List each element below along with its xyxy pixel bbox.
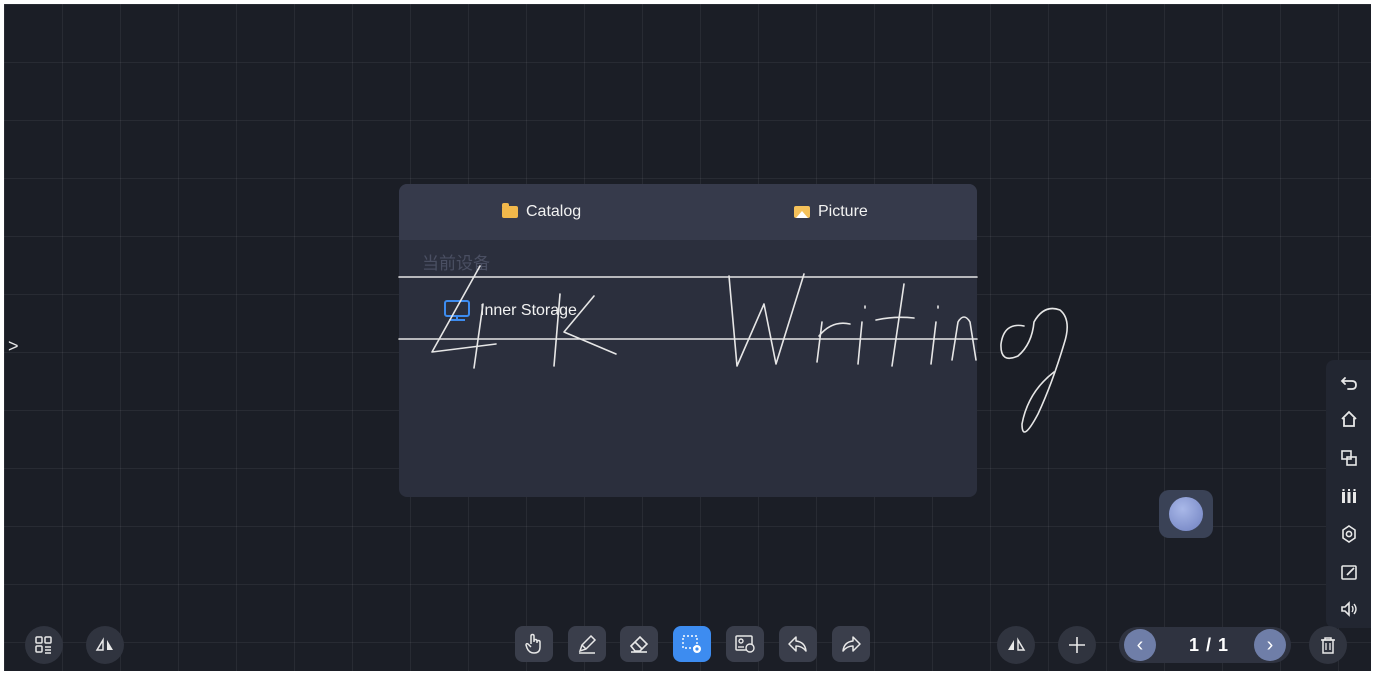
sidebar-settings-button[interactable] xyxy=(1336,521,1362,547)
storage-item-label: Inner Storage xyxy=(480,302,577,319)
mirror-button-right[interactable] xyxy=(997,626,1035,664)
tab-picture-label: Picture xyxy=(818,203,868,220)
sidebar-undo-button[interactable] xyxy=(1336,369,1362,395)
floating-ball-icon xyxy=(1169,497,1203,531)
folder-icon xyxy=(502,203,518,218)
tab-catalog-label: Catalog xyxy=(526,203,582,220)
tool-hand-button[interactable] xyxy=(515,626,553,662)
page-indicator: 1 / 1 xyxy=(1188,635,1230,655)
hand-icon xyxy=(525,633,541,654)
select-icon xyxy=(682,635,701,653)
pens-icon xyxy=(1342,489,1356,503)
delete-page-button[interactable] xyxy=(1309,626,1347,664)
whiteboard-canvas[interactable]: > Catalog Picture 当前设备 Inner Storage ‹ 1… xyxy=(4,4,1371,671)
left-expand-toggle[interactable]: > xyxy=(8,334,24,358)
tool-image-button[interactable] xyxy=(726,626,764,662)
tab-picture[interactable]: Picture xyxy=(794,184,868,240)
apps-button[interactable] xyxy=(25,626,63,664)
floating-ball[interactable] xyxy=(1159,490,1213,538)
chevron-left-icon: ‹ xyxy=(1136,633,1144,656)
image-icon xyxy=(735,635,755,653)
sidebar-home-button[interactable] xyxy=(1336,406,1362,432)
chevron-right-icon: › xyxy=(1266,633,1274,656)
sidebar-window-button[interactable] xyxy=(1336,445,1362,471)
right-sidebar xyxy=(1326,360,1371,628)
annotate-icon xyxy=(1341,565,1357,580)
add-page-button[interactable] xyxy=(1058,626,1096,664)
window-icon xyxy=(1341,450,1357,466)
volume-icon xyxy=(1341,601,1357,617)
storage-item-inner[interactable]: Inner Storage xyxy=(444,297,577,325)
page-navigator: ‹ 1 / 1 › xyxy=(1119,627,1291,663)
section-title-current-device: 当前设备 xyxy=(422,254,490,273)
eraser-icon xyxy=(629,635,649,653)
mirror-icon xyxy=(95,637,113,651)
next-page-button[interactable]: › xyxy=(1254,629,1286,661)
redo-icon xyxy=(842,636,861,652)
undo-icon xyxy=(1340,377,1357,390)
sidebar-annotate-button[interactable] xyxy=(1336,559,1362,585)
tool-undo-button[interactable] xyxy=(779,626,817,662)
settings-icon xyxy=(1342,525,1356,543)
apps-icon xyxy=(35,636,52,654)
sidebar-pens-button[interactable] xyxy=(1336,483,1362,509)
picture-icon xyxy=(794,206,810,218)
tool-select-button[interactable] xyxy=(673,626,711,662)
tool-eraser-button[interactable] xyxy=(620,626,658,662)
monitor-icon xyxy=(444,300,470,321)
delete-icon xyxy=(1321,637,1335,654)
prev-page-button[interactable]: ‹ xyxy=(1124,629,1156,661)
undo-icon xyxy=(788,636,807,652)
mirror-icon xyxy=(1008,637,1026,651)
tool-redo-button[interactable] xyxy=(832,626,870,662)
add-page-icon xyxy=(1069,637,1085,653)
home-icon xyxy=(1341,410,1357,427)
mirror-button-left[interactable] xyxy=(86,626,124,664)
file-dialog: Catalog Picture 当前设备 Inner Storage xyxy=(399,184,977,497)
tab-catalog[interactable]: Catalog xyxy=(502,184,581,240)
sidebar-volume-button[interactable] xyxy=(1336,596,1362,622)
tool-pen-button[interactable] xyxy=(568,626,606,662)
pen-icon xyxy=(578,634,597,654)
dialog-tab-bar: Catalog Picture xyxy=(399,184,977,240)
